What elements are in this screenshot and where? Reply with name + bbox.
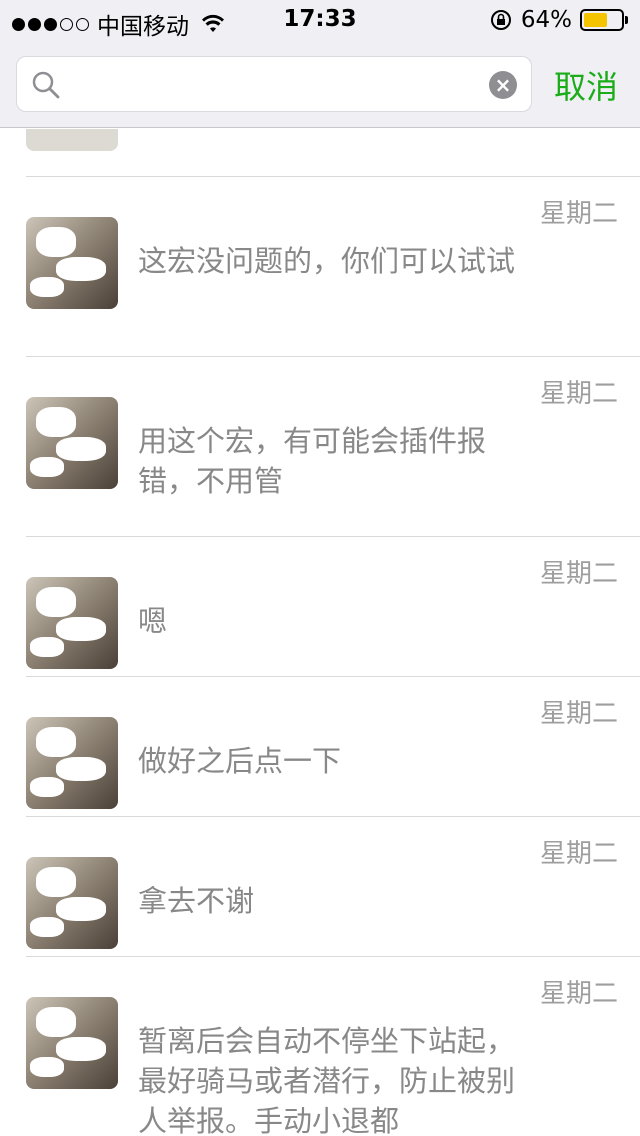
contact-name-redacted xyxy=(138,843,218,865)
battery-fill xyxy=(584,13,608,27)
search-field[interactable]: × xyxy=(16,56,532,112)
list-item[interactable]: 星期二做好之后点一下 xyxy=(26,677,640,817)
avatar xyxy=(26,129,118,151)
battery-icon xyxy=(580,9,628,31)
battery-percent: 64% xyxy=(520,7,572,33)
message-date: 星期二 xyxy=(539,699,618,729)
search-bar: × 取消 xyxy=(0,40,640,128)
message-date: 星期二 xyxy=(539,559,618,589)
message-snippet: 拿去不谢 xyxy=(138,884,255,918)
search-icon xyxy=(32,71,60,99)
contact-name-redacted xyxy=(138,563,218,585)
orientation-lock-icon xyxy=(490,10,511,30)
avatar xyxy=(26,717,118,809)
message-date: 星期二 xyxy=(539,199,618,229)
message-snippet: 这宏没问题的，你们可以试试 xyxy=(138,244,516,278)
avatar xyxy=(26,397,118,489)
contact-name-redacted xyxy=(138,203,218,225)
list-item-partial[interactable] xyxy=(26,129,640,177)
cancel-button[interactable]: 取消 xyxy=(554,62,618,108)
avatar xyxy=(26,577,118,669)
clear-search-icon[interactable]: × xyxy=(489,71,517,99)
contact-name-redacted xyxy=(138,983,218,1005)
search-input[interactable] xyxy=(71,65,481,105)
list-item[interactable]: 星期二 这宏没问题的，你们可以试试 xyxy=(26,177,640,357)
avatar xyxy=(26,857,118,949)
list-item[interactable]: 星期二嗯 xyxy=(26,537,640,677)
message-date: 星期二 xyxy=(539,839,618,869)
list-item[interactable]: 星期二拿去不谢 xyxy=(26,817,640,957)
message-snippet: 做好之后点一下 xyxy=(138,744,342,778)
message-snippet: 嗯 xyxy=(138,604,168,638)
message-snippet: 暂离后会自动不停坐下站起，最好骑马或者潜行，防止被别人举报。手动小退都 xyxy=(138,1024,516,1136)
search-results-list[interactable]: 星期二 这宏没问题的，你们可以试试 星期二 用这个宏，有可能会插件报错，不用管 星期二嗯… xyxy=(0,129,640,1136)
contact-name-redacted xyxy=(138,703,218,725)
message-snippet: 用这个宏，有可能会插件报错，不用管 xyxy=(138,424,487,498)
message-date: 星期二 xyxy=(539,979,618,1009)
list-item[interactable]: 星期二 暂离后会自动不停坐下站起，最好骑马或者潜行，防止被别人举报。手动小退都 xyxy=(26,957,640,1136)
status-bar: 中国移动 17:33 64% xyxy=(0,0,640,40)
contact-name-redacted xyxy=(138,383,218,405)
message-date: 星期二 xyxy=(539,379,618,409)
avatar xyxy=(26,997,118,1089)
list-item[interactable]: 星期二用这个宏，有可能会插件报错，不用管 xyxy=(26,357,640,537)
status-right: 64% xyxy=(489,7,628,33)
avatar xyxy=(26,217,118,309)
